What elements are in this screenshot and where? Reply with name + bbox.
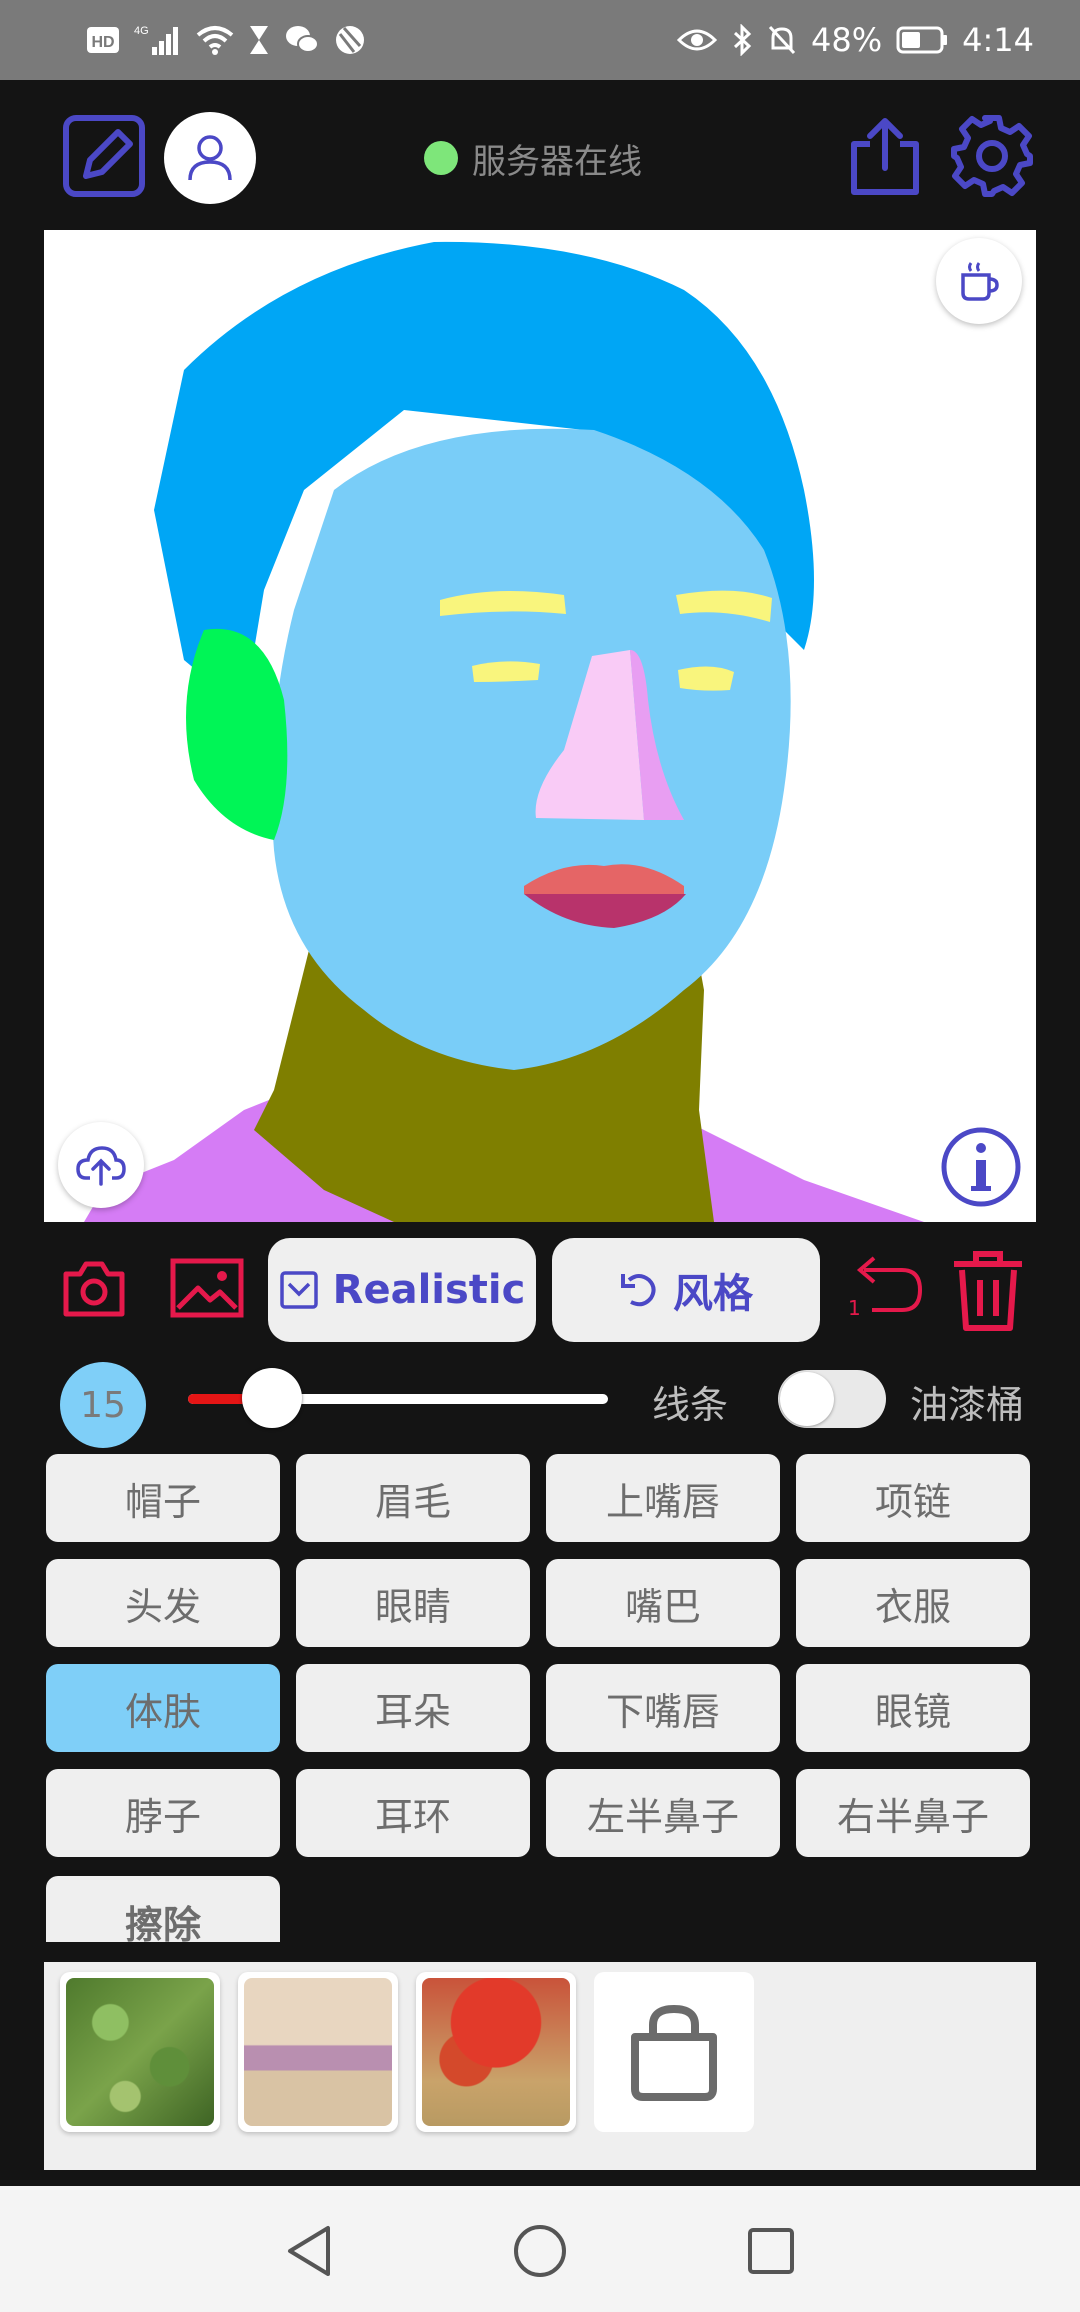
style-shop-button[interactable] [594,1972,754,2132]
lavender-image [244,1978,392,2126]
refresh-icon [621,1274,656,1307]
undo-count: 1 [848,1296,861,1320]
home-icon [514,2225,566,2277]
label-button[interactable]: 右半鼻子 [796,1769,1030,1857]
style-thumb-flowers[interactable] [416,1972,576,2132]
label-button[interactable]: 眼睛 [296,1559,530,1647]
flowers-image [422,1978,570,2126]
cloud-upload-icon [76,1146,126,1186]
gear-icon [951,115,1033,197]
app-bar: 服务器在线 [0,80,1080,230]
drawing-canvas[interactable] [44,230,1036,1222]
image-icon [170,1258,244,1318]
bluetooth-icon [731,24,753,56]
trash-icon [954,1251,1022,1331]
style-button[interactable]: 风格 [552,1238,820,1342]
style-tray [44,1962,1036,2170]
upload-button[interactable] [58,1122,144,1208]
delete-button[interactable] [950,1250,1026,1332]
label-button[interactable]: 耳朵 [296,1664,530,1752]
share-button[interactable] [848,116,922,198]
server-status-text: 服务器在线 [472,141,642,182]
checkbox-icon [279,1271,318,1309]
camera-button[interactable] [62,1258,126,1318]
brush-size-badge: 15 [60,1362,146,1448]
battery-icon [896,25,948,55]
label-button[interactable]: 下嘴唇 [546,1664,780,1752]
camera-icon [63,1261,125,1317]
brush-size-slider[interactable] [188,1368,608,1428]
bucket-label: 油漆桶 [910,1383,1025,1427]
label-button[interactable]: 项链 [796,1454,1030,1542]
label-button[interactable]: 体肤 [46,1664,280,1752]
mode-button[interactable]: Realistic [268,1238,536,1342]
label-button[interactable]: 眉毛 [296,1454,530,1542]
slider-thumb[interactable] [242,1368,302,1428]
signal-icon: 4G [134,23,182,57]
recents-icon [748,2228,794,2274]
coffee-button[interactable] [936,238,1022,324]
hd-icon: HD [86,25,120,55]
share-icon [851,118,919,195]
ear-region [186,628,288,840]
label-button[interactable]: 头发 [46,1559,280,1647]
user-button[interactable] [164,112,256,204]
home-button[interactable] [505,2216,575,2286]
label-button[interactable]: 眼镜 [796,1664,1030,1752]
undo-button[interactable]: 1 [844,1252,928,1326]
info-button[interactable] [940,1126,1022,1208]
hourglass-icon [248,24,270,56]
segmentation-drawing [84,241,924,1222]
svg-text:4G: 4G [134,25,149,37]
server-status: 服务器在线 [424,130,642,186]
foliage-image [66,1978,214,2126]
user-icon [188,135,232,181]
edit-icon [63,115,145,197]
clock: 4:14 [962,21,1034,59]
label-button[interactable]: 帽子 [46,1454,280,1542]
style-label: 风格 [673,1271,753,1317]
coffee-icon [961,262,999,301]
edit-button[interactable] [62,114,146,198]
online-indicator [424,141,458,175]
eye-icon [677,26,718,54]
bucket-toggle[interactable] [778,1370,886,1428]
label-button[interactable]: 耳环 [296,1769,530,1857]
mute-bell-icon [767,24,797,56]
left-eye [472,661,540,682]
wechat-icon [284,24,320,56]
wifi-icon [196,24,234,56]
gallery-button[interactable] [170,1258,244,1318]
recents-button[interactable] [736,2216,806,2286]
mode-label: Realistic [332,1267,526,1313]
shopping-bag-icon [631,2004,717,2101]
back-button[interactable] [274,2216,344,2286]
status-bar: HD 4G 48% 4:14 [0,0,1080,80]
skin-region [271,428,791,1070]
label-button[interactable]: 上嘴唇 [546,1454,780,1542]
back-icon [288,2226,330,2276]
svg-text:HD: HD [91,34,114,51]
label-button[interactable]: 衣服 [796,1559,1030,1647]
toggle-knob [780,1372,834,1426]
settings-button[interactable] [950,114,1034,198]
label-button[interactable]: 左半鼻子 [546,1769,780,1857]
label-button[interactable]: 嘴巴 [546,1559,780,1647]
navigation-bar [0,2186,1080,2312]
erase-button[interactable]: 擦除 [46,1876,280,1947]
info-icon [941,1127,1021,1207]
line-label: 线条 [652,1383,729,1427]
style-thumb-foliage[interactable] [60,1972,220,2132]
battery-percent: 48% [811,21,883,59]
browser-icon [334,24,366,56]
label-button[interactable]: 脖子 [46,1769,280,1857]
right-eye [678,666,734,691]
style-thumb-lavender[interactable] [238,1972,398,2132]
